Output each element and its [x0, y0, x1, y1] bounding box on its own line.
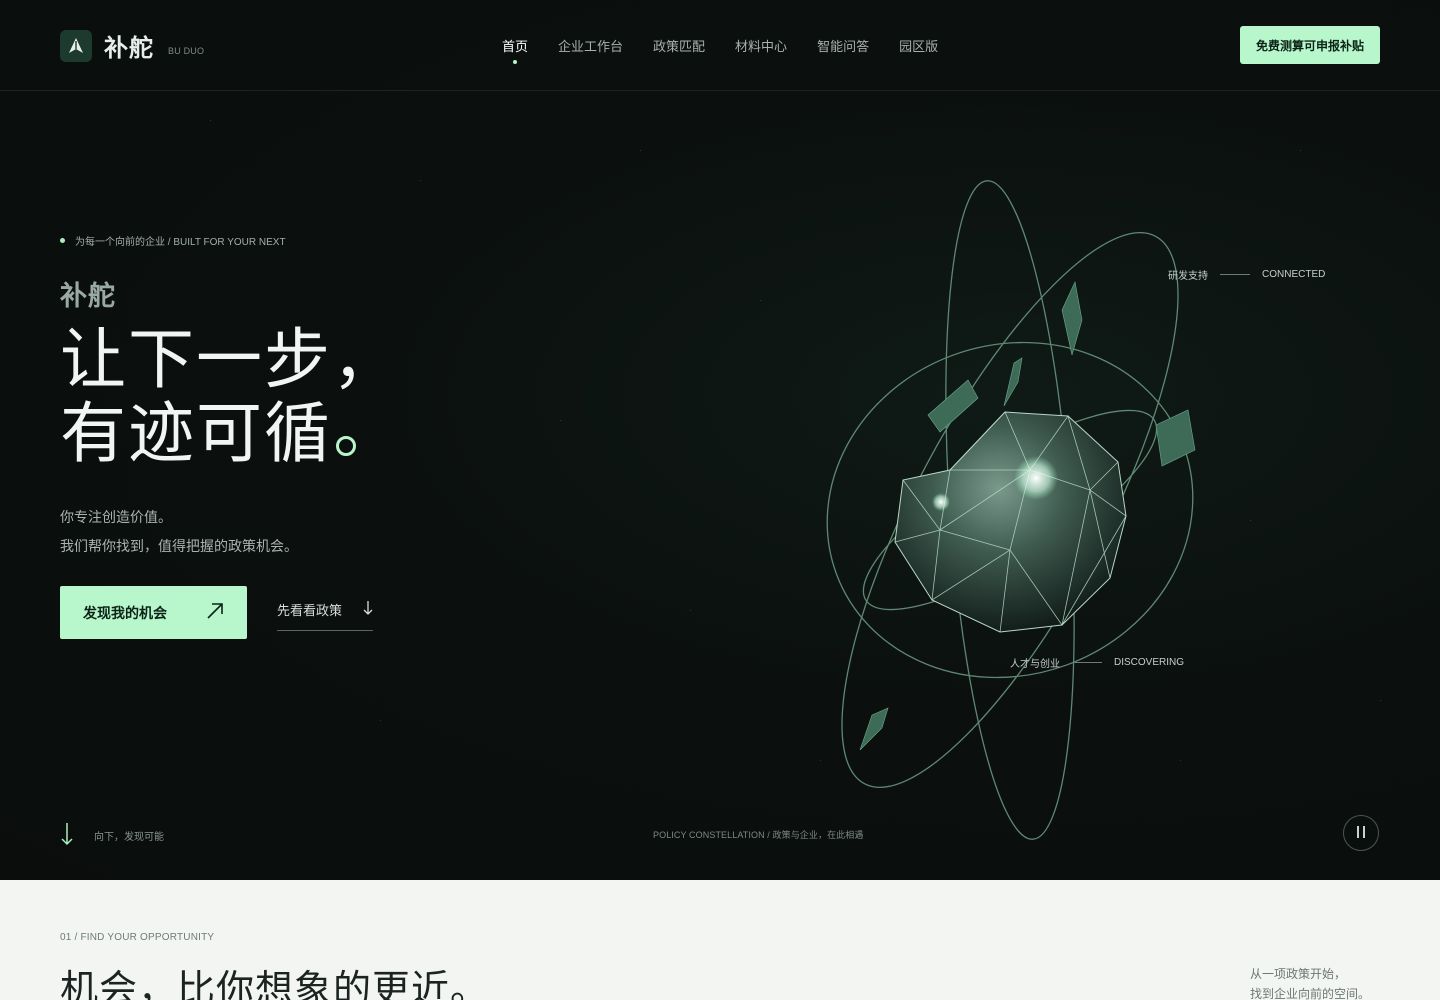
- subsidy-estimate-button[interactable]: 免费测算可申报补贴: [1240, 26, 1380, 64]
- nav-item-home[interactable]: 首页: [502, 36, 529, 64]
- tag-cn: 研发支持: [1168, 271, 1208, 282]
- tag-cn: 人才与创业: [1010, 659, 1060, 670]
- headline-line-2: 有迹可循: [60, 396, 332, 470]
- logo[interactable]: 补舵 BU DUO: [60, 28, 204, 63]
- tag-en: CONNECTED: [1262, 269, 1326, 280]
- hero-eyebrow: 为每一个向前的企业 / BUILT FOR YOUR NEXT: [60, 233, 286, 248]
- intro-line-1: 你专注创造价值。: [60, 509, 172, 525]
- section-eyebrow: 01 / FIND YOUR OPPORTUNITY: [60, 932, 215, 943]
- hero-brand: 补舵: [60, 281, 116, 311]
- hero-intro: 你专注创造价值。 我们帮你找到，值得把握的政策机会。: [60, 503, 298, 561]
- nav-label: 材料中心: [735, 39, 788, 54]
- tag-connector: [1220, 274, 1250, 275]
- nav-label: 智能问答: [817, 39, 870, 54]
- active-indicator: [513, 60, 517, 64]
- side-note-line-1: 从一项政策开始，: [1250, 967, 1347, 981]
- sail-logo-icon: [60, 29, 92, 62]
- policy-globe-illustration: [826, 180, 1196, 840]
- scroll-hint-text: 向下，发现可能: [94, 832, 164, 843]
- constellation-caption: POLICY CONSTELLATION / 政策与企业，在此相遇: [653, 830, 864, 840]
- main-nav: 首页 企业工作台 政策匹配 材料中心 智能问答 园区版: [502, 36, 968, 64]
- section-title: 机会，比你想象的更近。: [60, 969, 490, 1000]
- pause-animation-button[interactable]: [1343, 815, 1379, 851]
- logo-name: 补舵: [104, 35, 154, 62]
- logo-subtitle: BU DUO: [168, 45, 205, 56]
- browse-policy-link[interactable]: 先看看政策: [277, 600, 373, 631]
- opportunity-section: 01 / FIND YOUR OPPORTUNITY 机会，比你想象的更近。 从…: [0, 880, 1440, 1000]
- hero-section: 补舵 BU DUO 首页 企业工作台 政策匹配 材料中心 智能问答 园区版 免费…: [0, 0, 1440, 880]
- eyebrow-dot: [60, 238, 65, 243]
- arrow-up-right-icon: [205, 601, 225, 624]
- link-label: 先看看政策: [277, 603, 343, 618]
- pause-icon: [1356, 825, 1366, 841]
- headline-period-mark: [336, 436, 356, 456]
- nav-label: 首页: [502, 39, 529, 54]
- tag-talent: 人才与创业 DISCOVERING: [1010, 655, 1184, 670]
- nav-item-policy-match[interactable]: 政策匹配: [653, 36, 705, 55]
- discover-opportunity-button[interactable]: 发现我的机会: [60, 586, 247, 639]
- eyebrow-text: 为每一个向前的企业 / BUILT FOR YOUR NEXT: [75, 237, 286, 248]
- scroll-hint[interactable]: 向下，发现可能: [60, 822, 164, 849]
- nav-item-qa[interactable]: 智能问答: [817, 36, 869, 55]
- nav-item-materials[interactable]: 材料中心: [735, 36, 787, 55]
- intro-line-2: 我们帮你找到，值得把握的政策机会。: [60, 538, 298, 554]
- arrow-down-icon: [363, 600, 373, 619]
- headline-line-1: 让下一步，: [60, 322, 400, 396]
- tag-connector: [1072, 662, 1102, 663]
- side-note-line-2: 找到企业向前的空间。: [1250, 987, 1371, 1000]
- nav-item-workbench[interactable]: 企业工作台: [558, 36, 623, 55]
- arrow-down-icon: [60, 822, 74, 849]
- nav-label: 园区版: [899, 39, 939, 54]
- hero-headline: 让下一步， 有迹可循: [60, 322, 400, 470]
- nav-label: 政策匹配: [653, 39, 706, 54]
- site-header: 补舵 BU DUO 首页 企业工作台 政策匹配 材料中心 智能问答 园区版 免费…: [0, 0, 1440, 91]
- tag-rd-support: 研发支持 CONNECTED: [1168, 267, 1325, 282]
- section-side-note: 从一项政策开始， 找到企业向前的空间。: [1250, 964, 1370, 1000]
- nav-item-park[interactable]: 园区版: [899, 36, 938, 55]
- button-label: 发现我的机会: [83, 604, 167, 621]
- tag-en: DISCOVERING: [1114, 657, 1185, 668]
- nav-label: 企业工作台: [558, 39, 624, 54]
